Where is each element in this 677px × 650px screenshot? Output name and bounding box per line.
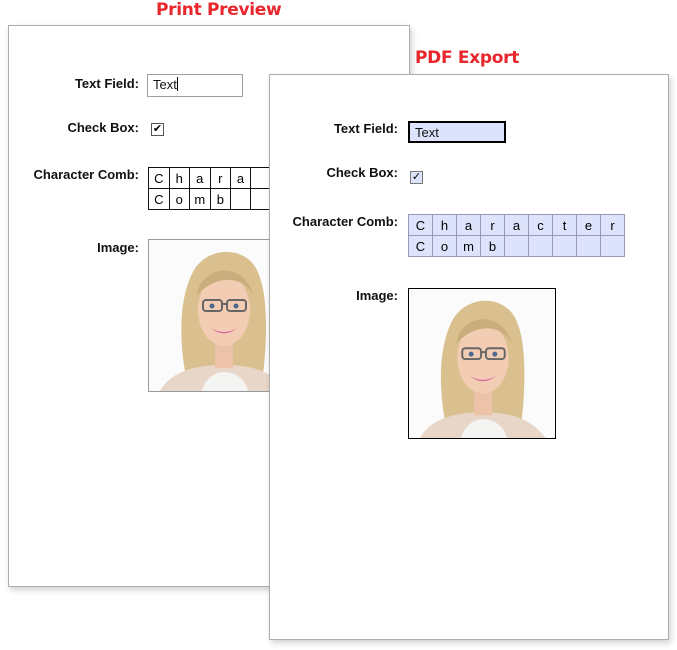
comb-cell: b <box>209 188 231 210</box>
comb-cell: m <box>456 235 481 257</box>
comb-cell <box>528 235 553 257</box>
check-box-label: Check Box: <box>326 165 398 180</box>
comb-cell <box>552 235 577 257</box>
text-field-input[interactable]: Text <box>147 74 243 97</box>
check-box[interactable]: ✔ <box>151 123 164 136</box>
character-comb-field[interactable]: C h a r a c t e r C o m b <box>408 214 625 257</box>
pdf-export-title: PDF Export <box>415 48 520 68</box>
character-comb-clip: C h a r a C o m b <box>148 167 270 217</box>
comb-row: C o m b <box>408 235 625 257</box>
check-box[interactable]: ✓ <box>410 171 423 184</box>
text-field-value: Text <box>415 125 439 140</box>
text-field-label: Text Field: <box>74 76 139 91</box>
comb-cell: o <box>168 188 190 210</box>
comb-cell: C <box>148 167 170 189</box>
text-field-value: Text <box>153 77 177 92</box>
comb-cell <box>600 235 625 257</box>
comb-cell: b <box>480 235 505 257</box>
comb-cell: o <box>432 235 457 257</box>
comb-cell: C <box>408 214 433 236</box>
comb-cell: h <box>432 214 457 236</box>
character-comb-field[interactable]: C h a r a C o m b <box>148 167 270 210</box>
comb-cell: r <box>209 167 231 189</box>
check-box-label: Check Box: <box>67 120 139 135</box>
character-comb-label: Character Comb: <box>292 214 398 229</box>
comb-cell: C <box>148 188 170 210</box>
comb-cell: a <box>456 214 481 236</box>
comb-cell: m <box>188 188 211 210</box>
image-label: Image: <box>97 240 139 255</box>
comb-cell: a <box>229 167 252 189</box>
image-label: Image: <box>356 288 398 303</box>
text-field-label: Text Field: <box>333 121 398 136</box>
portrait-photo-icon <box>149 240 277 391</box>
comb-cell: r <box>600 214 625 236</box>
character-comb-label: Character Comb: <box>33 167 139 182</box>
checkmark-icon: ✔ <box>152 123 163 135</box>
text-field-input[interactable]: Text <box>408 121 506 143</box>
comb-cell: a <box>188 167 211 189</box>
print-preview-title: Print Preview <box>156 0 282 20</box>
comb-cell <box>250 167 270 189</box>
comb-cell: a <box>504 214 529 236</box>
comb-cell: e <box>576 214 601 236</box>
checkmark-icon: ✓ <box>411 171 422 183</box>
comb-row: C h a r a c t e r <box>408 214 625 236</box>
comb-row: C o m b <box>148 188 270 210</box>
comb-cell <box>504 235 529 257</box>
comb-cell <box>576 235 601 257</box>
comb-cell: C <box>408 235 433 257</box>
text-caret <box>176 77 178 91</box>
portrait-photo-icon <box>409 289 555 438</box>
image-field[interactable] <box>148 239 278 392</box>
image-field[interactable] <box>408 288 556 439</box>
pdf-export-page: Text Field: Text Check Box: ✓ Character … <box>269 74 669 640</box>
comb-cell <box>229 188 252 210</box>
comb-cell <box>250 188 270 210</box>
comb-row: C h a r a <box>148 167 270 189</box>
comb-cell: t <box>552 214 577 236</box>
comb-cell: h <box>168 167 190 189</box>
comb-cell: r <box>480 214 505 236</box>
comb-cell: c <box>528 214 553 236</box>
